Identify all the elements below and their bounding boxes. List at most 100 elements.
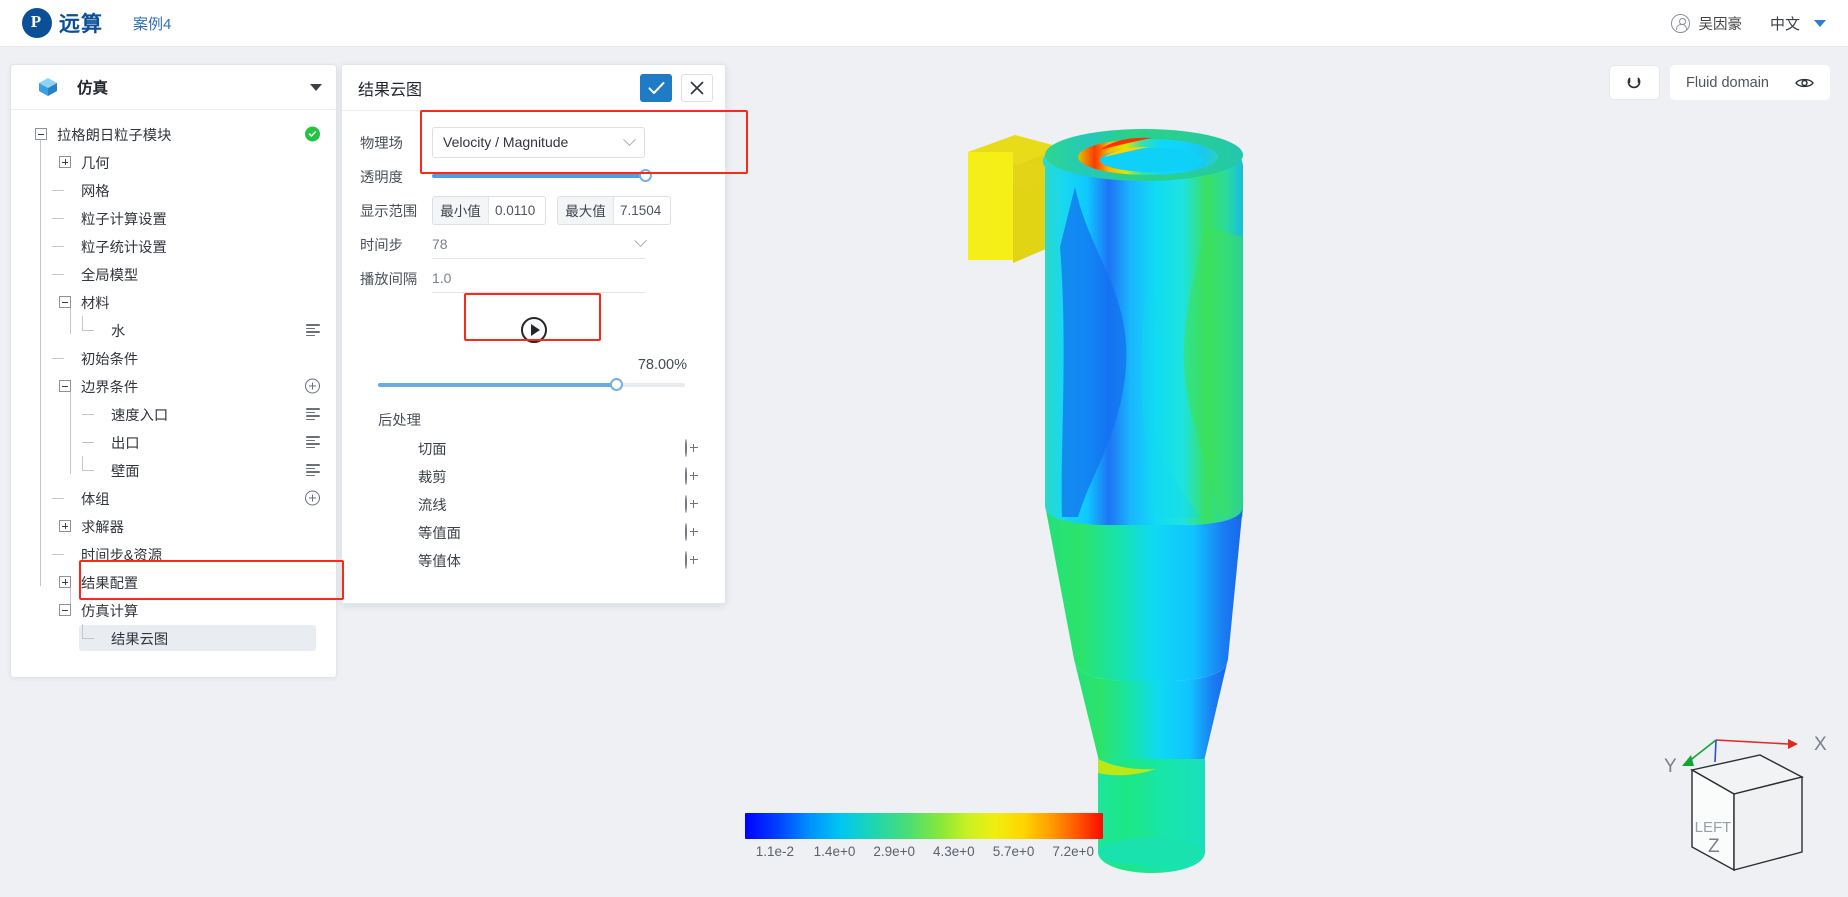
post-item-label: 流线 <box>418 497 447 514</box>
tree-item-outlet[interactable]: 出口 <box>11 428 336 456</box>
brand[interactable]: P 远算 <box>22 8 103 38</box>
colorbar-tick: 2.9e+0 <box>873 844 916 859</box>
play-circle-icon[interactable] <box>520 317 547 343</box>
list-icon[interactable] <box>306 436 320 449</box>
tree-item-global-model[interactable]: 全局模型 <box>11 260 336 288</box>
plus-toggle-icon[interactable] <box>59 576 71 588</box>
close-button[interactable] <box>681 73 713 102</box>
tree-branch-stub <box>82 456 101 476</box>
plus-circle-icon[interactable] <box>305 490 320 506</box>
tree-branch-stub <box>82 316 101 336</box>
plus-circle-icon[interactable] <box>685 467 687 485</box>
tree-item-particle-statistics-settings[interactable]: 粒子统计设置 <box>11 232 336 260</box>
progress-percent: 78.00% <box>637 357 687 373</box>
eye-icon[interactable] <box>1795 77 1814 89</box>
minus-toggle-icon[interactable] <box>35 128 47 140</box>
physics-field-select[interactable]: Velocity / Magnitude <box>432 126 645 158</box>
physics-field-value: Velocity / Magnitude <box>443 134 569 150</box>
tree-branch-stub <box>52 492 71 504</box>
tree-item-result-config[interactable]: 结果配置 <box>11 568 336 596</box>
rotate-reset-icon <box>1628 77 1641 88</box>
cube-icon <box>37 76 59 98</box>
tree-item-label: 出口 <box>111 435 140 452</box>
check-icon <box>648 81 664 94</box>
tree-item-material[interactable]: 材料 <box>11 288 336 316</box>
display-range-label: 显示范围 <box>360 203 418 220</box>
tree-item-initial-condition[interactable]: 初始条件 <box>11 344 336 372</box>
tree-item-mesh[interactable]: 网格 <box>11 176 336 204</box>
tree-item-particle-compute-settings[interactable]: 粒子计算设置 <box>11 204 336 232</box>
language-selector[interactable]: 中文 <box>1770 13 1800 34</box>
timestep-label: 时间步 <box>360 237 403 254</box>
tree-item-wall[interactable]: 壁面 <box>11 456 336 484</box>
confirm-button[interactable] <box>640 73 672 102</box>
min-value-field[interactable]: 最小值 0.0110 <box>432 195 546 225</box>
tree-panel-header[interactable]: 仿真 <box>11 65 336 110</box>
close-icon <box>690 81 704 94</box>
play-interval-row: 播放间隔 1.0 <box>360 261 707 295</box>
post-item-isosurface[interactable]: 等值面 <box>360 518 707 546</box>
caret-down-icon[interactable] <box>1814 19 1826 27</box>
tree-item-volume-group[interactable]: 体组 <box>11 484 336 512</box>
result-panel-title: 结果云图 <box>358 81 423 99</box>
play-interval-input[interactable]: 1.0 <box>432 263 645 293</box>
viewport-toolbar: Fluid domain <box>1608 65 1830 100</box>
minus-toggle-icon[interactable] <box>59 604 71 616</box>
opacity-slider-handle[interactable] <box>639 169 652 182</box>
max-value-field[interactable]: 最大值 7.1504 <box>557 195 671 225</box>
tree-item-geometry[interactable]: 几何 <box>11 148 336 176</box>
caret-down-icon[interactable] <box>310 83 322 91</box>
post-item-isovolume[interactable]: 等值体 <box>360 546 707 574</box>
timestep-value: 78 <box>432 235 448 252</box>
result-panel-body: 物理场 Velocity / Magnitude 透明度 显示范围 最小值 0.… <box>342 111 725 574</box>
post-item-label: 等值体 <box>418 553 461 570</box>
post-item-slice[interactable]: 切面 <box>360 434 707 462</box>
brand-logo-letter: P <box>30 12 42 31</box>
orientation-gizmo[interactable]: LEFT X Y Z <box>1650 722 1838 887</box>
tree-item-timestep-resources[interactable]: 时间步&资源 <box>11 540 336 568</box>
brand-logo-icon: P <box>22 8 52 38</box>
post-item-clip[interactable]: 裁剪 <box>360 462 707 490</box>
max-value-input[interactable]: 7.1504 <box>614 197 670 224</box>
tree-item-result-contour[interactable]: 结果云图 <box>11 624 336 652</box>
plus-toggle-icon[interactable] <box>59 156 71 168</box>
reset-view-button[interactable] <box>1608 65 1660 100</box>
plus-circle-icon[interactable] <box>685 439 687 457</box>
tree-item-label: 结果云图 <box>111 631 169 648</box>
minus-toggle-icon[interactable] <box>59 380 71 392</box>
tree-item-solver[interactable]: 求解器 <box>11 512 336 540</box>
plus-circle-icon[interactable] <box>305 378 320 394</box>
progress-slider[interactable] <box>378 378 685 391</box>
user-menu[interactable]: 吴因豪 <box>1671 13 1742 34</box>
fluid-domain-toggle[interactable]: Fluid domain <box>1669 65 1830 100</box>
colorbar-ticks: 1.1e-2 1.4e+0 2.9e+0 4.3e+0 5.7e+0 7.2e+… <box>745 844 1103 859</box>
tree-branch-stub <box>52 240 71 252</box>
plus-circle-icon[interactable] <box>685 551 687 569</box>
tree-branch-stub <box>52 212 71 224</box>
tree-branch-stub <box>52 184 71 196</box>
list-icon[interactable] <box>306 464 320 477</box>
opacity-label: 透明度 <box>360 169 403 186</box>
post-item-streamline[interactable]: 流线 <box>360 490 707 518</box>
plus-circle-icon[interactable] <box>685 495 687 513</box>
tree-branch-stub <box>52 352 71 364</box>
tree-item-water[interactable]: 水 <box>11 316 336 344</box>
tree-item-boundary-condition[interactable]: 边界条件 <box>11 372 336 400</box>
list-icon[interactable] <box>306 408 320 421</box>
list-icon[interactable] <box>306 324 320 337</box>
plus-circle-icon[interactable] <box>685 523 687 541</box>
tree-item-lagrangian-module[interactable]: 拉格朗日粒子模块 <box>11 120 336 148</box>
colorbar-tick: 1.4e+0 <box>813 844 856 859</box>
result-contour-panel: 结果云图 物理场 Velocity / Magnitude 透明度 显示范围 最… <box>341 64 726 604</box>
opacity-slider[interactable] <box>432 169 652 182</box>
display-range-row: 显示范围 最小值 0.0110 最大值 7.1504 <box>360 193 707 227</box>
fluid-domain-label: Fluid domain <box>1685 74 1769 91</box>
tree-item-velocity-inlet[interactable]: 速度入口 <box>11 400 336 428</box>
minus-toggle-icon[interactable] <box>59 296 71 308</box>
timestep-select[interactable]: 78 <box>432 229 647 259</box>
tree-item-simulation-run[interactable]: 仿真计算 <box>11 596 336 624</box>
case-name-link[interactable]: 案例4 <box>133 13 171 34</box>
min-value-input[interactable]: 0.0110 <box>489 197 545 224</box>
plus-toggle-icon[interactable] <box>59 520 71 532</box>
post-processing-title: 后处理 <box>378 413 421 429</box>
